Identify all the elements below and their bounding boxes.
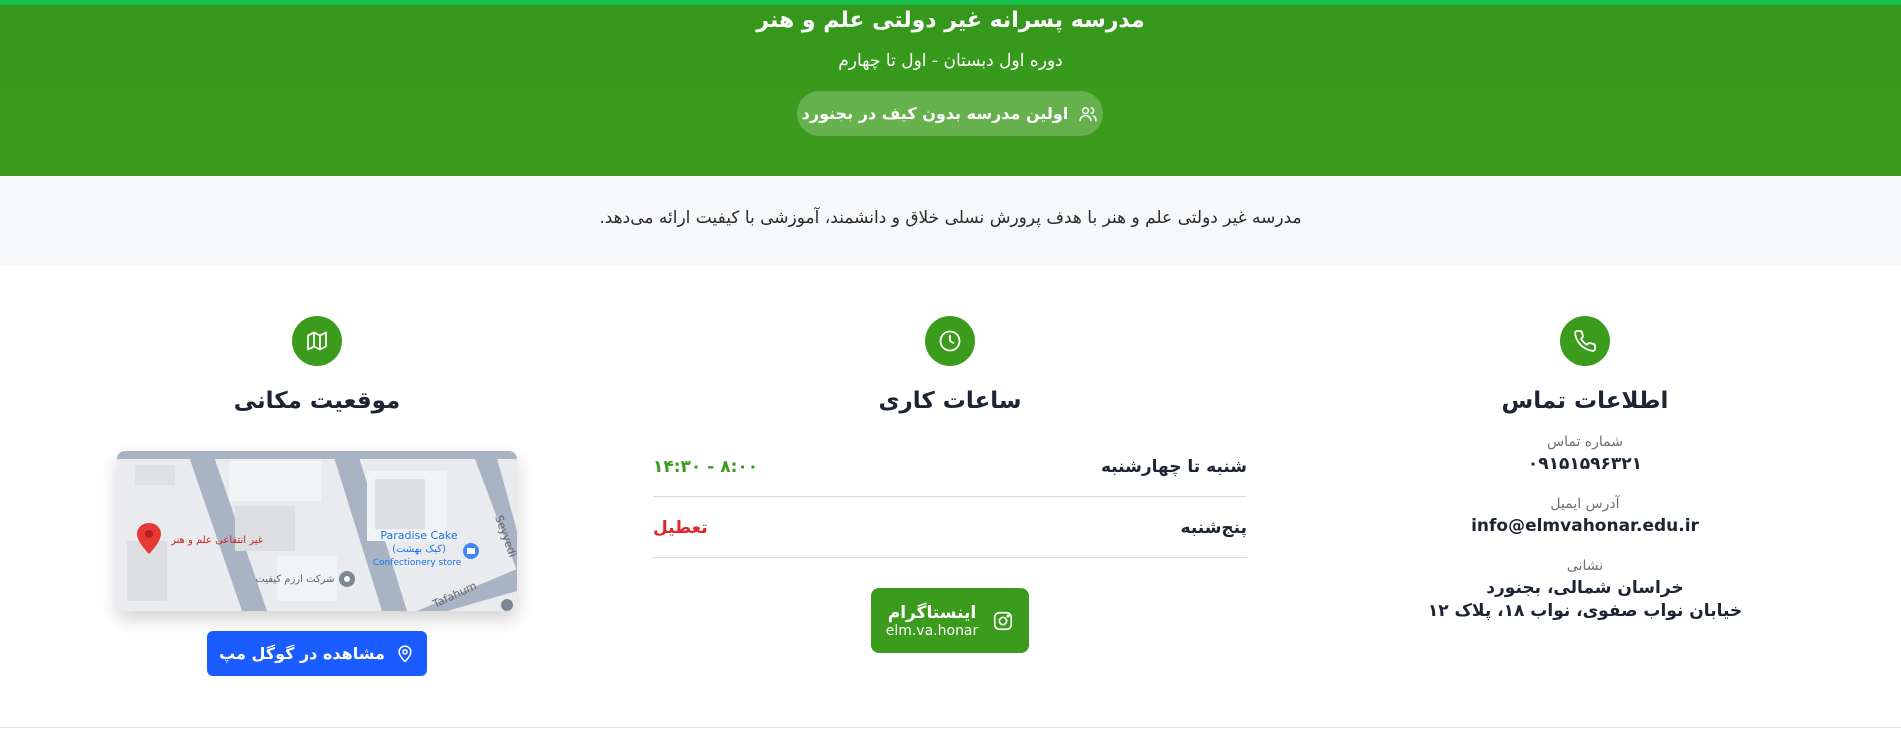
instagram-handle: elm.va.honar bbox=[885, 622, 979, 639]
hours-row: شنبه تا چهارشنبه ۸:۰۰ - ۱۴:۳۰ bbox=[653, 438, 1247, 497]
address-line-1: خراسان شمالی، بجنورد bbox=[1486, 578, 1684, 598]
email-value[interactable]: info@elmvahonar.edu.ir bbox=[1375, 516, 1795, 536]
location-title: موقعیت مکانی bbox=[233, 388, 401, 414]
hours-title: ساعات کاری bbox=[878, 388, 1022, 414]
map-label-cake: Paradise Cake bbox=[380, 529, 458, 542]
hours-time: تعطیل bbox=[653, 518, 708, 538]
instagram-icon bbox=[994, 611, 1013, 630]
phone-label: شماره تماس bbox=[1547, 434, 1623, 450]
contact-section: اطلاعات تماس شماره تماس ۰۹۱۵۱۵۹۶۳۲۱ آدرس… bbox=[1375, 316, 1795, 621]
hours-day: شنبه تا چهارشنبه bbox=[1100, 457, 1247, 477]
hours-row: پنج‌شنبه تعطیل bbox=[653, 499, 1247, 558]
clock-icon bbox=[939, 330, 961, 352]
location-icon-circle bbox=[292, 316, 342, 366]
hours-table: شنبه تا چهارشنبه ۸:۰۰ - ۱۴:۳۰ پنج‌شنبه ت… bbox=[653, 438, 1247, 558]
location-section: موقعیت مکانی bbox=[107, 316, 527, 414]
about-section: مدرسه غیر دولتی علم و هنر با هدف پرورش ن… bbox=[0, 176, 1901, 266]
map-embed[interactable]: غیر انتفاعی علم و هنر Paradise Cake (کیک… bbox=[117, 451, 517, 611]
email-label: آدرس ایمیل bbox=[1550, 496, 1620, 512]
phone-icon bbox=[1574, 330, 1596, 352]
hours-day: پنج‌شنبه bbox=[1180, 518, 1247, 538]
top-accent-line bbox=[0, 0, 1901, 5]
hero-title: مدرسه پسرانه غیر دولتی علم و هنر bbox=[756, 8, 1145, 33]
hours-time: ۸:۰۰ - ۱۴:۳۰ bbox=[653, 457, 759, 477]
hero-badge-label: اولین مدرسه بدون کیف در بجنورد bbox=[801, 104, 1069, 123]
contact-title: اطلاعات تماس bbox=[1501, 388, 1669, 414]
address-label: نشانی bbox=[1566, 558, 1604, 574]
hero-banner: مدرسه پسرانه غیر دولتی علم و هنر دوره او… bbox=[0, 0, 1901, 176]
users-icon bbox=[1079, 106, 1098, 121]
map-image: غیر انتفاعی علم و هنر Paradise Cake (کیک… bbox=[117, 451, 517, 611]
map-label-company: شرکت ارزم کیفیت bbox=[255, 574, 334, 585]
instagram-button[interactable]: اینستاگرام elm.va.honar bbox=[871, 588, 1029, 653]
about-text: مدرسه غیر دولتی علم و هنر با هدف پرورش ن… bbox=[599, 208, 1302, 228]
address-line-2: خیابان نواب صفوی، نواب ۱۸، پلاک ۱۲ bbox=[1427, 601, 1743, 621]
map-icon bbox=[307, 331, 327, 351]
google-maps-button[interactable]: مشاهده در گوگل مپ bbox=[207, 631, 427, 676]
hours-header: ساعات کاری bbox=[740, 316, 1160, 414]
hero-badge: اولین مدرسه بدون کیف در بجنورد bbox=[797, 91, 1103, 136]
map-label-cake-fa: (کیک بهشت) bbox=[392, 544, 446, 555]
map-pin-icon bbox=[398, 644, 412, 662]
hours-icon-circle bbox=[925, 316, 975, 366]
hero-subtitle: دوره اول دبستان - اول تا چهارم bbox=[838, 51, 1063, 71]
instagram-label: اینستاگرام bbox=[887, 602, 977, 623]
footer-divider bbox=[0, 727, 1901, 728]
contact-icon-circle bbox=[1560, 316, 1610, 366]
map-label-cake-type: Confectionery store bbox=[373, 558, 462, 568]
map-label-school: غیر انتفاعی علم و هنر bbox=[170, 535, 263, 546]
google-maps-label: مشاهده در گوگل مپ bbox=[219, 644, 385, 663]
phone-value[interactable]: ۰۹۱۵۱۵۹۶۳۲۱ bbox=[1375, 454, 1795, 474]
